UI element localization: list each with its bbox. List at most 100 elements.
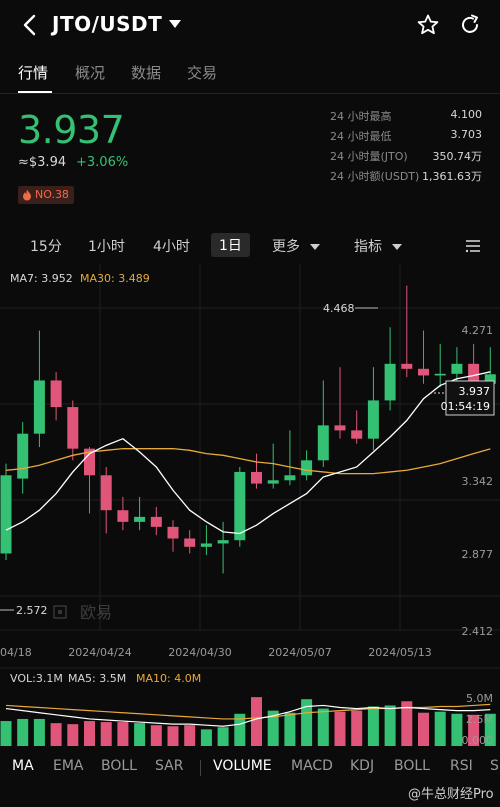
tab-overview[interactable]: 概况 — [75, 62, 105, 83]
caret-down-icon[interactable] — [168, 18, 182, 30]
candle-body — [100, 475, 112, 511]
candle-body — [33, 380, 45, 434]
stat-label: 24 小时量(JTO) — [330, 150, 408, 163]
stat-value: 4.100 — [450, 108, 483, 121]
candle-body — [251, 471, 262, 484]
caret-down-icon — [310, 244, 321, 250]
candle-body — [50, 380, 62, 408]
date-axis-label: 2024/04/24 — [68, 646, 131, 659]
ma30-legend: MA30: 3.489 — [80, 272, 150, 285]
stats-panel: 24 小时最高 4.100 24 小时最低 3.703 24 小时量(JTO) … — [330, 108, 482, 188]
ma30-line — [5, 448, 491, 475]
hot-rank-label: NO.38 — [35, 188, 69, 201]
indicator-tab-rsi[interactable]: RSI — [450, 758, 473, 774]
high-marker: 4.468 — [323, 302, 378, 315]
volume-bar — [217, 727, 229, 746]
candle-body — [317, 425, 329, 461]
interval-15m[interactable]: 15分 — [30, 236, 62, 256]
stat-row-volume: 24 小时量(JTO) 350.74万 — [330, 148, 482, 168]
interval-1d[interactable]: 1日 — [211, 233, 250, 257]
stat-label: 24 小时最高 — [330, 110, 392, 123]
volume-axis-label: 5.0M — [466, 692, 493, 705]
caret-down-icon — [392, 244, 403, 250]
tab-market[interactable]: 行情 — [18, 62, 48, 83]
indicator-tab-boll-sub[interactable]: BOLL — [394, 758, 430, 774]
exchange-watermark: 欧易 — [53, 603, 112, 622]
interval-4h[interactable]: 4小时 — [153, 236, 190, 256]
volume-chart[interactable]: VOL:3.1M MA5: 3.5M MA10: 4.0M 5.0M 2.5M … — [0, 666, 500, 752]
volume-bar — [100, 722, 112, 746]
volume-bar — [418, 712, 429, 746]
indicator-tab-boll[interactable]: BOLL — [101, 758, 137, 774]
stat-value: 1,361.63万 — [422, 170, 482, 183]
volume-bar — [334, 711, 346, 746]
candle-countdown: 01:54:19 — [441, 400, 490, 413]
volume-bar — [200, 729, 212, 746]
candle-body — [117, 510, 129, 522]
stat-label: 24 小时最低 — [330, 130, 392, 143]
volume-bar — [384, 705, 396, 746]
tab-trade[interactable]: 交易 — [187, 62, 217, 83]
indicator-tab-ema[interactable]: EMA — [53, 758, 84, 774]
refresh-share-icon[interactable] — [458, 13, 482, 37]
approx-usd-price: ≈$3.94 — [18, 155, 67, 170]
candle-body — [401, 363, 413, 369]
favorite-star-icon[interactable] — [416, 13, 440, 37]
interval-bar: 15分 1小时 4小时 1日 更多 指标 — [0, 230, 500, 262]
volume-bar — [284, 712, 296, 746]
candle-body — [334, 425, 346, 431]
indicator-tab-sar[interactable]: SAR — [155, 758, 183, 774]
last-price: 3.937 — [18, 108, 125, 152]
interval-more[interactable]: 更多 — [272, 236, 321, 256]
interval-1h[interactable]: 1小时 — [88, 236, 125, 256]
candle-body — [150, 516, 162, 527]
candle-body — [167, 526, 179, 539]
candle-body — [367, 400, 379, 439]
top-bar: JTO/USDT — [0, 0, 500, 52]
indicator-tab-kdj[interactable]: KDJ — [350, 758, 374, 774]
indicator-tab-macd[interactable]: MACD — [291, 758, 333, 774]
indicator-tab-more[interactable]: S — [490, 758, 499, 774]
price-axis-label: 3.342 — [462, 475, 494, 488]
volume-axis-label: 0.000 — [462, 734, 494, 747]
chart-settings-icon[interactable] — [464, 238, 482, 254]
date-axis-label: 2024/05/13 — [368, 646, 431, 659]
vol-ma10-legend: MA10: 4.0M — [136, 672, 201, 685]
back-arrow-icon[interactable] — [18, 12, 42, 38]
indicator-tab-volume[interactable]: VOLUME — [213, 758, 272, 774]
footer-watermark: @牛总财经Pro — [408, 787, 494, 802]
pair-title[interactable]: JTO/USDT — [52, 12, 162, 36]
price-axis-label: 2.877 — [462, 548, 494, 561]
volume-bar — [167, 726, 179, 746]
candle-body — [134, 516, 146, 522]
ma7-line — [5, 371, 491, 535]
volume-bar — [117, 722, 129, 746]
volume-bar — [33, 718, 45, 746]
date-axis-label: 2024/05/07 — [268, 646, 331, 659]
candle-body — [418, 368, 429, 376]
volume-bar — [0, 721, 12, 746]
volume-bar — [251, 697, 262, 746]
candle-body — [0, 475, 12, 554]
candle-body — [234, 471, 246, 541]
brand-logo-dot — [58, 610, 62, 614]
current-price-value: 3.937 — [459, 385, 491, 398]
volume-bar — [434, 711, 446, 746]
indicator-menu[interactable]: 指标 — [354, 236, 403, 256]
active-tab-indicator — [18, 91, 52, 93]
candlestick-chart[interactable]: MA7: 3.952 MA30: 3.489 欧易 4.468 2.572 4.… — [0, 264, 500, 664]
volume-bar — [351, 710, 363, 746]
hot-rank-badge[interactable]: NO.38 — [18, 186, 74, 204]
brand-watermark: 欧易 — [80, 603, 112, 622]
stat-row-high: 24 小时最高 4.100 — [330, 108, 482, 128]
interval-more-label: 更多 — [272, 239, 300, 255]
volume-bar — [367, 706, 379, 746]
candle-body — [384, 363, 396, 401]
tab-data[interactable]: 数据 — [131, 62, 161, 83]
stat-value: 350.74万 — [432, 150, 483, 163]
price-axis-label: 2.412 — [462, 625, 494, 638]
section-tabs: 行情 概况 数据 交易 — [0, 56, 500, 94]
candle-body — [351, 430, 363, 439]
indicator-tab-ma[interactable]: MA — [12, 758, 34, 774]
candle-body — [451, 363, 463, 374]
